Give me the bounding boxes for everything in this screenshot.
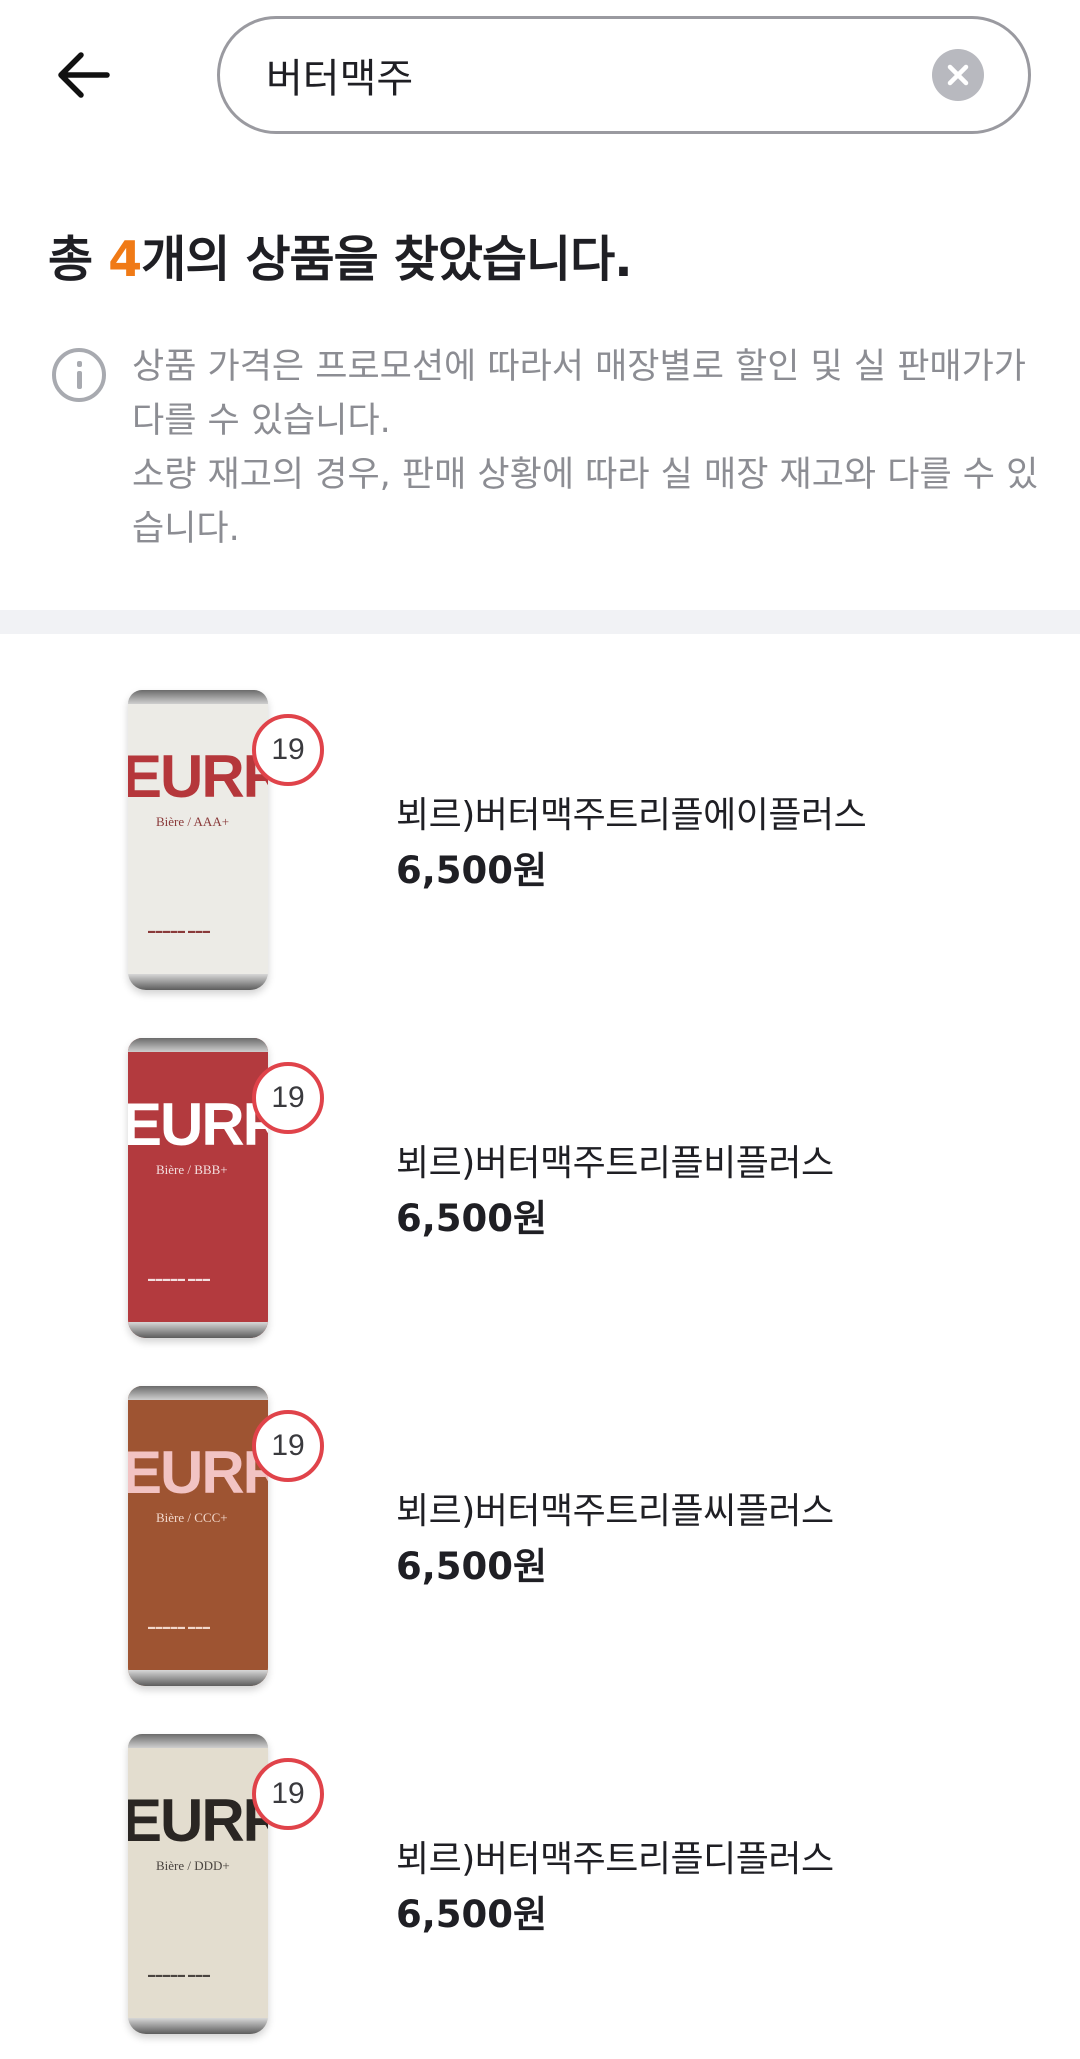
product-image[interactable]: EURRE Bière / CCC+ ▬▬▬▬▬ ▬▬▬ — [128, 1386, 268, 1686]
can-lid — [128, 690, 268, 704]
product-name[interactable]: 뵈르)버터맥주트리플비플러스 — [396, 1134, 834, 1186]
product-price: 6,500원 — [396, 1545, 548, 1588]
result-prefix: 총 — [48, 231, 109, 288]
product-price: 6,500원 — [396, 1893, 548, 1936]
can-sub-text: Bière / CCC+ — [156, 1510, 228, 1525]
notice-line-2: 소량 재고의 경우, 판매 상황에 따라 실 매장 재고와 다를 수 있습니다. — [132, 455, 1039, 549]
can-base — [128, 1670, 268, 1686]
can-fine-print: ▬▬▬▬▬ ▬▬▬ — [148, 1624, 211, 1631]
can-fine-print: ▬▬▬▬▬ ▬▬▬ — [148, 1972, 211, 1979]
product-item[interactable]: EURRE Bière / CCC+ ▬▬▬▬▬ ▬▬▬ 19 뵈르)버터맥주트… — [0, 1386, 1080, 1734]
product-item[interactable]: EURRE Bière / BBB+ ▬▬▬▬▬ ▬▬▬ 19 뵈르)버터맥주트… — [0, 1038, 1080, 1386]
product-price: 6,500원 — [396, 849, 548, 892]
can-base — [128, 2018, 268, 2034]
can-base — [128, 974, 268, 990]
can-brand-text: EURRE — [128, 1787, 268, 1854]
notice-text: 상품 가격은 프로모션에 따라서 매장별로 할인 및 실 판매가가 다를 수 있… — [132, 340, 1052, 556]
can-lid — [128, 1734, 268, 1748]
product-name[interactable]: 뵈르)버터맥주트리플디플러스 — [396, 1830, 834, 1882]
result-count: 4 — [108, 231, 142, 288]
arrow-left-icon — [58, 52, 110, 98]
can-lid — [128, 1386, 268, 1400]
can-lid — [128, 1038, 268, 1052]
search-box[interactable] — [217, 16, 1031, 134]
can-brand-text: EURRE — [128, 1091, 268, 1158]
age-restriction-badge: 19 — [252, 714, 324, 786]
age-restriction-badge: 19 — [252, 1758, 324, 1830]
age-restriction-badge: 19 — [252, 1062, 324, 1134]
product-image[interactable]: EURRE Bière / DDD+ ▬▬▬▬▬ ▬▬▬ — [128, 1734, 268, 2034]
section-divider — [0, 610, 1080, 634]
product-name[interactable]: 뵈르)버터맥주트리플에이플러스 — [396, 786, 867, 838]
age-restriction-badge: 19 — [252, 1410, 324, 1482]
can-sub-text: Bière / DDD+ — [156, 1858, 230, 1873]
search-input[interactable] — [266, 19, 906, 131]
product-image[interactable]: EURRE Bière / AAA+ ▬▬▬▬▬ ▬▬▬ — [128, 690, 268, 990]
can-fine-print: ▬▬▬▬▬ ▬▬▬ — [148, 928, 211, 935]
can-brand-text: EURRE — [128, 1439, 268, 1506]
product-image[interactable]: EURRE Bière / BBB+ ▬▬▬▬▬ ▬▬▬ — [128, 1038, 268, 1338]
can-sub-text: Bière / BBB+ — [156, 1162, 228, 1177]
close-icon — [947, 64, 969, 86]
product-price: 6,500원 — [396, 1197, 548, 1240]
info-icon — [52, 348, 106, 402]
clear-search-button[interactable] — [932, 49, 984, 101]
product-name[interactable]: 뵈르)버터맥주트리플씨플러스 — [396, 1482, 834, 1534]
notice-line-1: 상품 가격은 프로모션에 따라서 매장별로 할인 및 실 판매가가 다를 수 있… — [132, 347, 1027, 441]
can-fine-print: ▬▬▬▬▬ ▬▬▬ — [148, 1276, 211, 1283]
back-button[interactable] — [48, 40, 118, 110]
product-item[interactable]: EURRE Bière / AAA+ ▬▬▬▬▬ ▬▬▬ 19 뵈르)버터맥주트… — [0, 690, 1080, 1038]
header — [0, 0, 1080, 150]
result-suffix: 개의 상품을 찾았습니다. — [141, 231, 633, 288]
result-count-title: 총 4개의 상품을 찾았습니다. — [48, 220, 633, 291]
product-item[interactable]: EURRE Bière / DDD+ ▬▬▬▬▬ ▬▬▬ 19 뵈르)버터맥주트… — [0, 1734, 1080, 2059]
can-sub-text: Bière / AAA+ — [156, 814, 230, 829]
can-base — [128, 1322, 268, 1338]
can-brand-text: EURRE — [128, 743, 268, 810]
